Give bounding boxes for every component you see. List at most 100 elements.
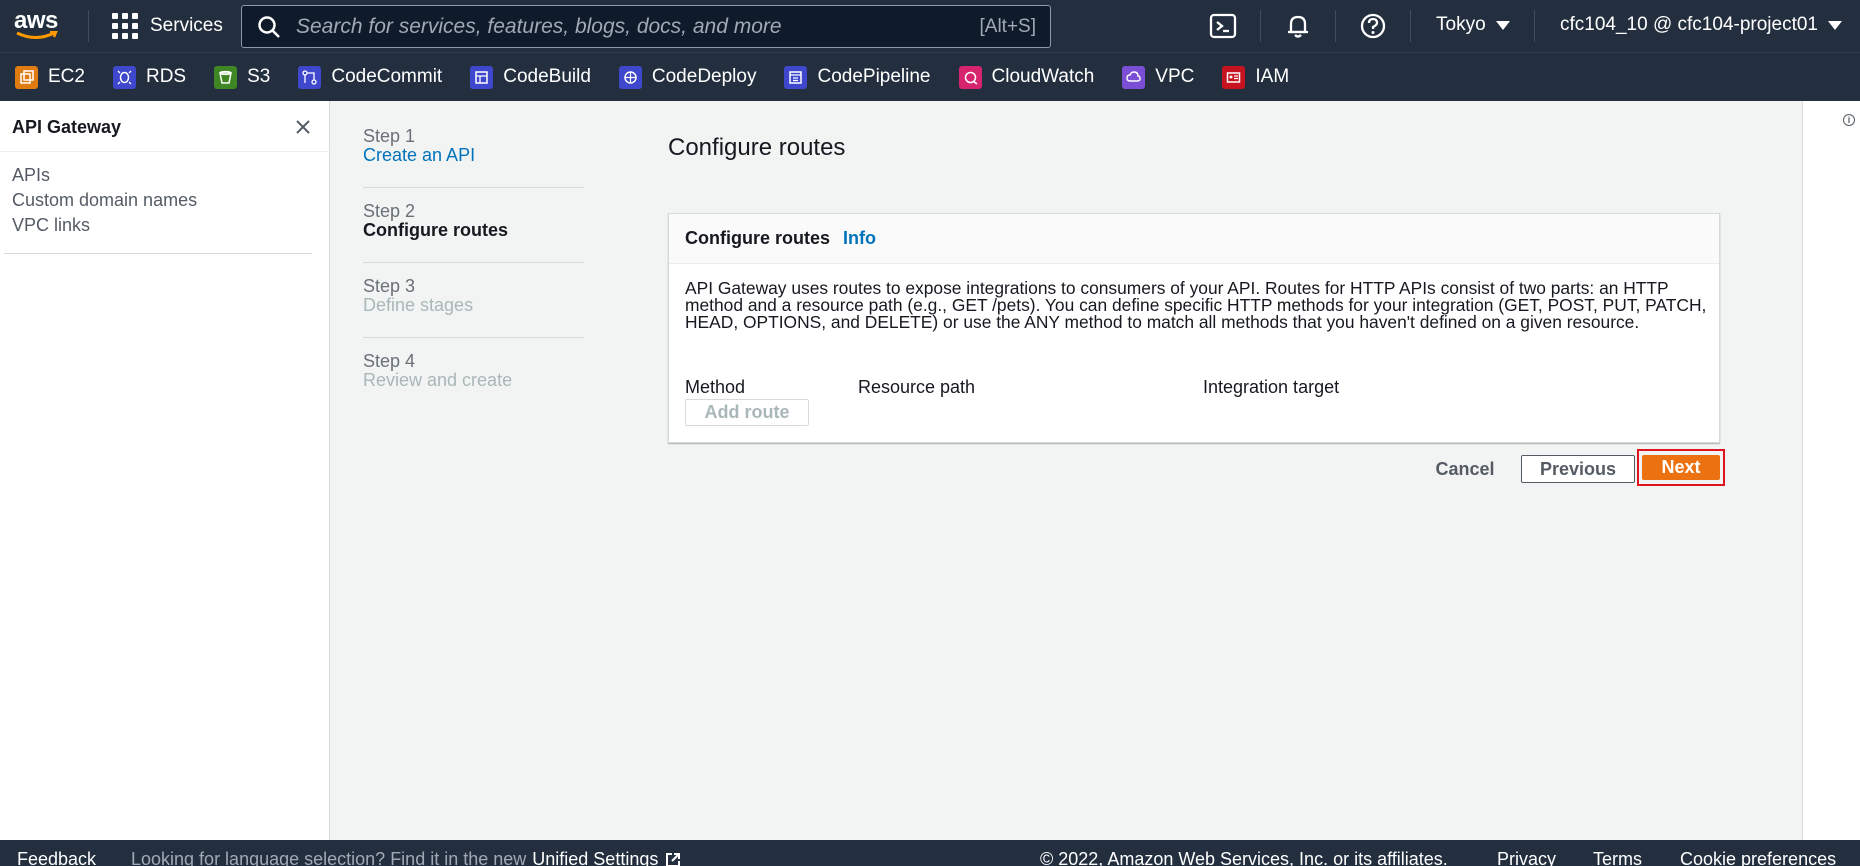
bell-icon[interactable]: [1283, 11, 1313, 41]
next-button-highlight: Next: [1637, 449, 1725, 486]
top-navigation: aws Services Search for services, featur…: [0, 0, 1860, 52]
wizard-step-4: Step 4 Review and create: [363, 352, 584, 413]
favorite-label: VPC: [1155, 66, 1195, 87]
help-icon[interactable]: [1358, 11, 1388, 41]
sidenav-item-custom-domain-names[interactable]: Custom domain names: [12, 188, 197, 213]
step-label-disabled: Define stages: [363, 295, 474, 315]
terms-link[interactable]: Terms: [1593, 849, 1642, 866]
sidenav-item-vpc-links[interactable]: VPC links: [12, 213, 197, 238]
step-label-disabled: Review and create: [363, 370, 513, 390]
search-input[interactable]: Search for services, features, blogs, do…: [296, 15, 980, 39]
step-label-link[interactable]: Create an API: [363, 146, 584, 165]
search-icon: [258, 15, 280, 38]
favorite-cloudwatch[interactable]: CloudWatch: [958, 65, 1095, 89]
info-link[interactable]: Info: [843, 228, 876, 249]
previous-button[interactable]: Previous: [1521, 455, 1635, 483]
step-number: Step 1: [363, 126, 416, 146]
favorite-codepipeline[interactable]: CodePipeline: [784, 65, 931, 89]
sidenav-item-apis[interactable]: APIs: [12, 163, 197, 188]
column-header-method: Method: [685, 377, 746, 397]
search-bar[interactable]: Search for services, features, blogs, do…: [241, 5, 1051, 48]
favorite-label: CodeBuild: [503, 66, 591, 87]
feedback-link[interactable]: Feedback: [17, 849, 96, 866]
privacy-link[interactable]: Privacy: [1497, 849, 1556, 866]
panel-title: Configure routes: [685, 228, 831, 248]
favorite-label: CodeCommit: [331, 66, 443, 87]
favorite-label: RDS: [145, 66, 187, 87]
step-number: Step 3: [363, 276, 416, 296]
nav-divider: [1335, 10, 1336, 42]
services-label: Services: [150, 15, 223, 36]
favorites-bar: EC2 RDS S3 CodeCommit CodeBuild CodeDeploy Cod…: [0, 52, 1860, 101]
sidenav-links: APIs Custom domain names VPC links: [12, 163, 197, 238]
services-grid-icon: [112, 13, 138, 39]
favorite-label: CloudWatch: [991, 66, 1095, 87]
unified-settings-link[interactable]: Unified Settings: [532, 849, 658, 866]
info-icon[interactable]: i: [1843, 114, 1855, 126]
favorite-ec2[interactable]: EC2: [15, 65, 85, 89]
cookie-preferences-link[interactable]: Cookie preferences: [1680, 849, 1836, 866]
ec2-icon: [15, 65, 38, 89]
panel-header: Configure routes Info: [669, 214, 1719, 264]
favorite-s3[interactable]: S3: [214, 65, 271, 89]
account-menu[interactable]: cfc104_10 @ cfc104-project01: [1560, 14, 1842, 36]
favorite-codedeploy[interactable]: CodeDeploy: [618, 65, 757, 89]
page-title: Configure routes: [668, 134, 846, 161]
favorite-label: S3: [247, 66, 271, 87]
favorite-label: EC2: [48, 66, 85, 87]
favorite-codebuild[interactable]: CodeBuild: [470, 65, 591, 89]
add-route-button[interactable]: Add route: [685, 399, 809, 426]
region-label: Tokyo: [1436, 14, 1486, 35]
step-label-active: Configure routes: [363, 220, 509, 240]
region-selector[interactable]: Tokyo: [1436, 14, 1510, 36]
sidenav-title[interactable]: API Gateway: [12, 117, 121, 138]
wizard-step-2: Step 2 Configure routes: [363, 202, 584, 263]
cloudwatch-icon: [958, 65, 982, 89]
side-navigation: API Gateway APIs Custom domain names VPC…: [0, 101, 330, 840]
aws-smile-icon: [16, 31, 58, 39]
step-number: Step 4: [363, 351, 416, 371]
column-header-resource-path: Resource path: [858, 377, 976, 397]
rds-icon: [112, 65, 136, 89]
favorite-codecommit[interactable]: CodeCommit: [298, 65, 443, 89]
s3-icon: [214, 65, 238, 89]
next-button[interactable]: Next: [1642, 455, 1720, 480]
codepipeline-icon: [784, 65, 808, 89]
nav-divider: [88, 10, 89, 42]
aws-logo-text: aws: [14, 7, 58, 34]
panel-description: API Gateway uses routes to expose integr…: [685, 278, 1707, 332]
aws-logo[interactable]: aws: [14, 9, 62, 43]
favorite-label: IAM: [1255, 66, 1290, 87]
wizard-step-3: Step 3 Define stages: [363, 277, 584, 338]
nav-divider: [1260, 10, 1261, 42]
step-number: Step 2: [363, 201, 416, 221]
caret-down-icon: [1495, 20, 1510, 30]
divider: [4, 253, 312, 254]
wizard-step-1[interactable]: Step 1 Create an API: [363, 127, 584, 188]
nav-divider: [1534, 10, 1535, 42]
account-label: cfc104_10 @ cfc104-project01: [1560, 14, 1818, 35]
language-prompt: Looking for language selection? Find it …: [131, 849, 682, 866]
codecommit-icon: [298, 65, 322, 89]
help-panel-rail: i: [1802, 101, 1860, 840]
favorite-label: CodePipeline: [817, 66, 931, 87]
iam-icon: [1222, 65, 1246, 89]
language-prompt-text: Looking for language selection? Find it …: [131, 849, 527, 866]
cancel-button[interactable]: Cancel: [1424, 455, 1506, 483]
copyright: © 2022, Amazon Web Services, Inc. or its…: [1040, 849, 1448, 866]
wizard-steps: Step 1 Create an API Step 2 Configure ro…: [363, 127, 584, 427]
divider: [0, 151, 330, 152]
external-link-icon: [666, 852, 681, 866]
search-shortcut: [Alt+S]: [979, 15, 1037, 37]
favorite-rds[interactable]: RDS: [112, 65, 187, 89]
services-menu-button[interactable]: Services: [112, 10, 223, 42]
favorite-vpc[interactable]: VPC: [1122, 65, 1195, 89]
nav-divider: [1410, 10, 1411, 42]
close-icon[interactable]: [294, 118, 312, 136]
footer: Feedback Looking for language selection?…: [0, 840, 1860, 866]
caret-down-icon: [1828, 20, 1842, 30]
favorite-label: CodeDeploy: [651, 66, 757, 87]
favorite-iam[interactable]: IAM: [1222, 65, 1290, 89]
column-header-integration-target: Integration target: [1203, 377, 1340, 397]
cloudshell-icon[interactable]: [1208, 11, 1238, 41]
